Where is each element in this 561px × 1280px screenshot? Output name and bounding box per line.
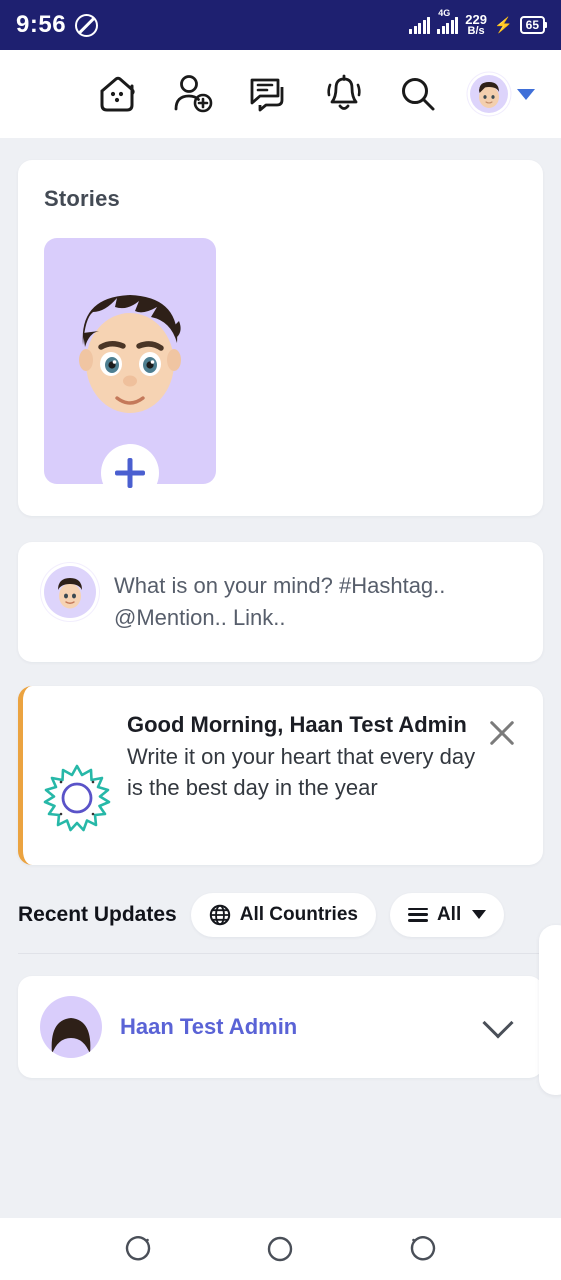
add-person-icon[interactable] [172, 73, 214, 115]
post-card: Haan Test Admin [18, 975, 543, 1078]
home-icon[interactable] [96, 73, 140, 115]
recent-apps-icon[interactable] [120, 1229, 160, 1269]
network-type-label: 4G [438, 7, 451, 18]
chat-bubble-icon[interactable] [246, 74, 290, 114]
recent-updates-header: Recent Updates All Countries All [18, 892, 543, 954]
signal-bars-sim2-icon: 4G [437, 8, 459, 34]
plus-icon [115, 458, 145, 488]
stories-title: Stories [44, 186, 120, 211]
composer-placeholder[interactable]: What is on your mind? #Hashtag.. @Mentio… [114, 566, 517, 634]
bell-icon[interactable] [322, 73, 366, 115]
stories-card: Stories [18, 160, 543, 516]
greeting-body: Good Morning, Haan Test Admin Write it o… [127, 710, 523, 839]
greeting-message: Write it on your heart that every day is… [127, 743, 476, 801]
add-story-button[interactable] [101, 444, 159, 502]
country-filter-label: All Countries [239, 903, 358, 925]
type-filter-button[interactable]: All [389, 892, 505, 937]
profile-menu[interactable] [470, 75, 535, 113]
chevron-down-icon[interactable] [482, 1007, 514, 1039]
signal-bars-sim1-icon [409, 16, 431, 34]
caret-down-icon[interactable] [517, 88, 535, 100]
avatar[interactable] [470, 75, 508, 113]
search-icon[interactable] [398, 74, 438, 114]
story-avatar [79, 295, 181, 414]
back-icon[interactable] [401, 1229, 441, 1269]
status-bar: 9:56 4G 229 B/s ⚡ 65 [0, 0, 561, 50]
caret-down-icon [472, 910, 487, 920]
country-filter-button[interactable]: All Countries [190, 892, 376, 937]
hamburger-menu-icon[interactable] [26, 81, 64, 107]
composer-avatar [44, 566, 96, 618]
data-speed-value: 229 [465, 11, 487, 27]
story-tile-add[interactable] [44, 238, 216, 502]
status-bar-left: 9:56 [16, 11, 99, 39]
post-author-name[interactable]: Haan Test Admin [120, 1014, 469, 1040]
data-speed-indicator: 229 B/s [465, 13, 487, 37]
home-circle-icon[interactable] [260, 1229, 300, 1269]
sun-icon [41, 762, 113, 839]
phone-screen: 9:56 4G 229 B/s ⚡ 65 Stories What is on … [0, 0, 561, 1280]
do-not-disturb-icon [75, 13, 99, 37]
type-filter-label: All [436, 903, 462, 925]
data-speed-unit: B/s [467, 25, 485, 38]
lines-icon [407, 907, 428, 922]
feed-body: Stories What is on your mind? #Hashtag..… [0, 160, 561, 1078]
greeting-title: Good Morning, Haan Test Admin [127, 711, 467, 737]
status-time: 9:56 [16, 11, 67, 38]
post-composer[interactable]: What is on your mind? #Hashtag.. @Mentio… [18, 542, 543, 662]
app-header [0, 50, 561, 138]
close-icon[interactable] [487, 718, 517, 748]
globe-icon [209, 904, 230, 925]
greeting-card: Good Morning, Haan Test Admin Write it o… [18, 685, 543, 865]
system-navigation-bar [0, 1218, 561, 1280]
recent-updates-title: Recent Updates [18, 902, 177, 926]
battery-indicator: 65 [519, 16, 545, 34]
charging-icon: ⚡ [493, 17, 513, 34]
status-bar-right: 4G 229 B/s ⚡ 65 [409, 8, 545, 37]
side-panel-peek[interactable] [539, 925, 561, 1095]
post-author-avatar[interactable] [40, 995, 102, 1058]
